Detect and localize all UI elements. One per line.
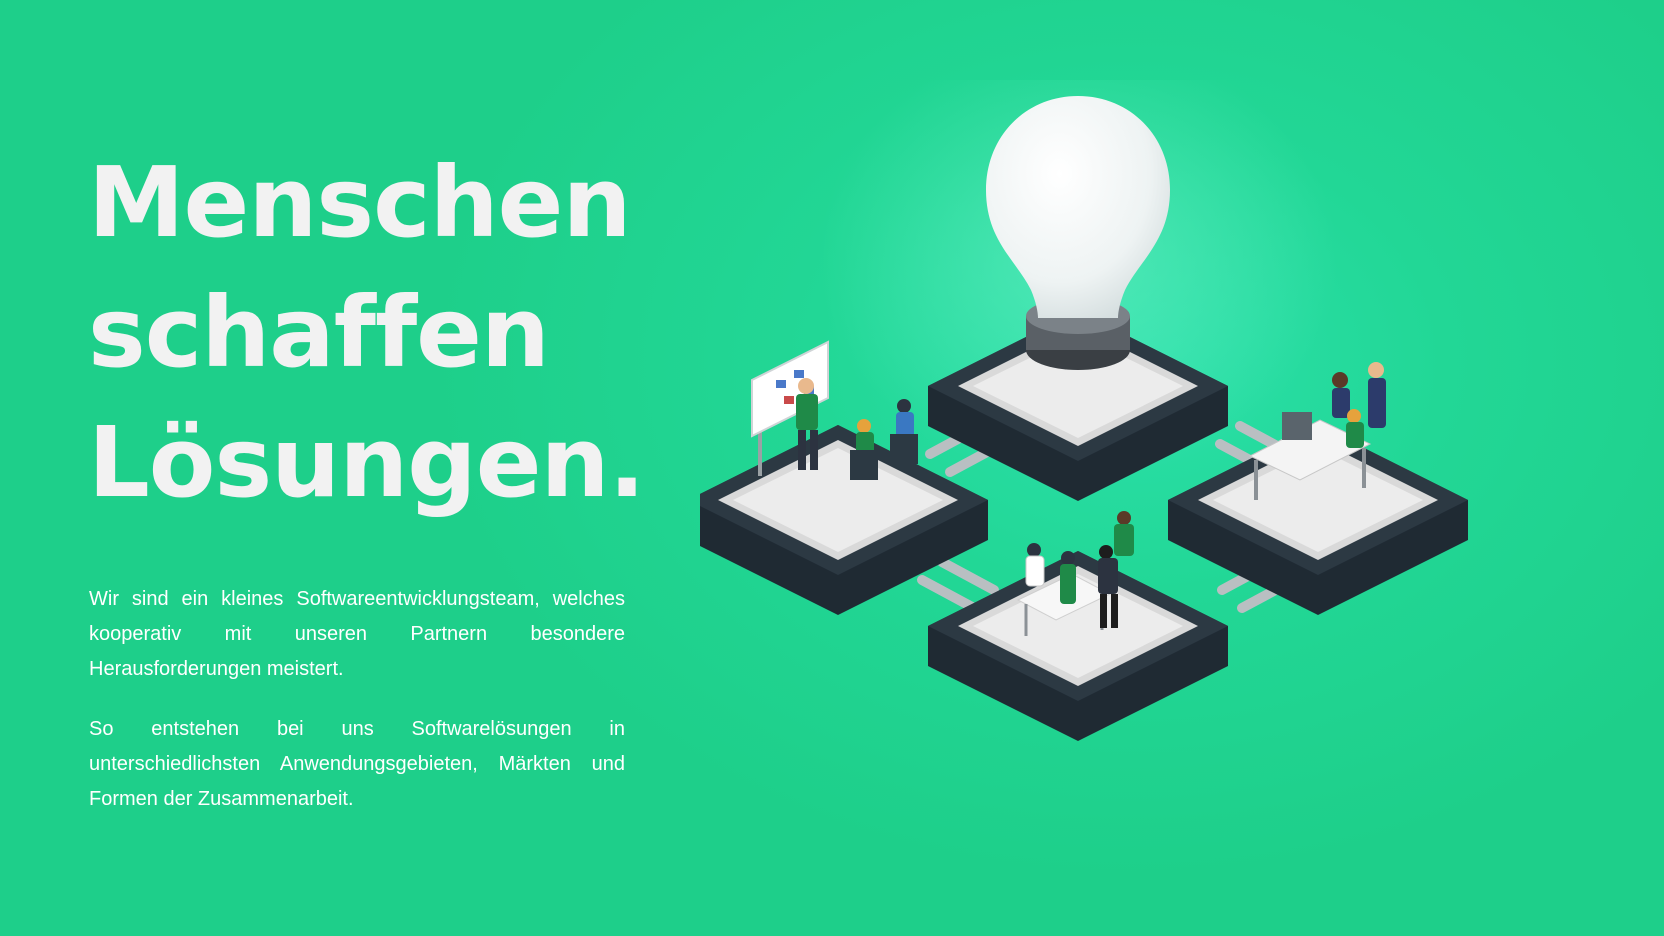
headline-line-2: schaffen — [88, 276, 550, 389]
isometric-teamwork-illustration — [700, 80, 1468, 741]
hero-section: Menschen schaffen Lösungen. Wir sind ein… — [0, 0, 1664, 936]
description-paragraph-2: So entstehen bei uns Softwarelösungen in… — [89, 718, 625, 810]
hero-description: Wir sind ein kleines Softwareentwicklung… — [89, 582, 625, 842]
hero-headline: Menschen schaffen Lösungen. — [88, 138, 708, 528]
headline-line-1: Menschen — [88, 146, 632, 259]
headline-line-3: Lösungen. — [88, 406, 645, 519]
description-paragraph-1: Wir sind ein kleines Softwareentwicklung… — [89, 588, 625, 680]
platform-left — [700, 425, 988, 615]
